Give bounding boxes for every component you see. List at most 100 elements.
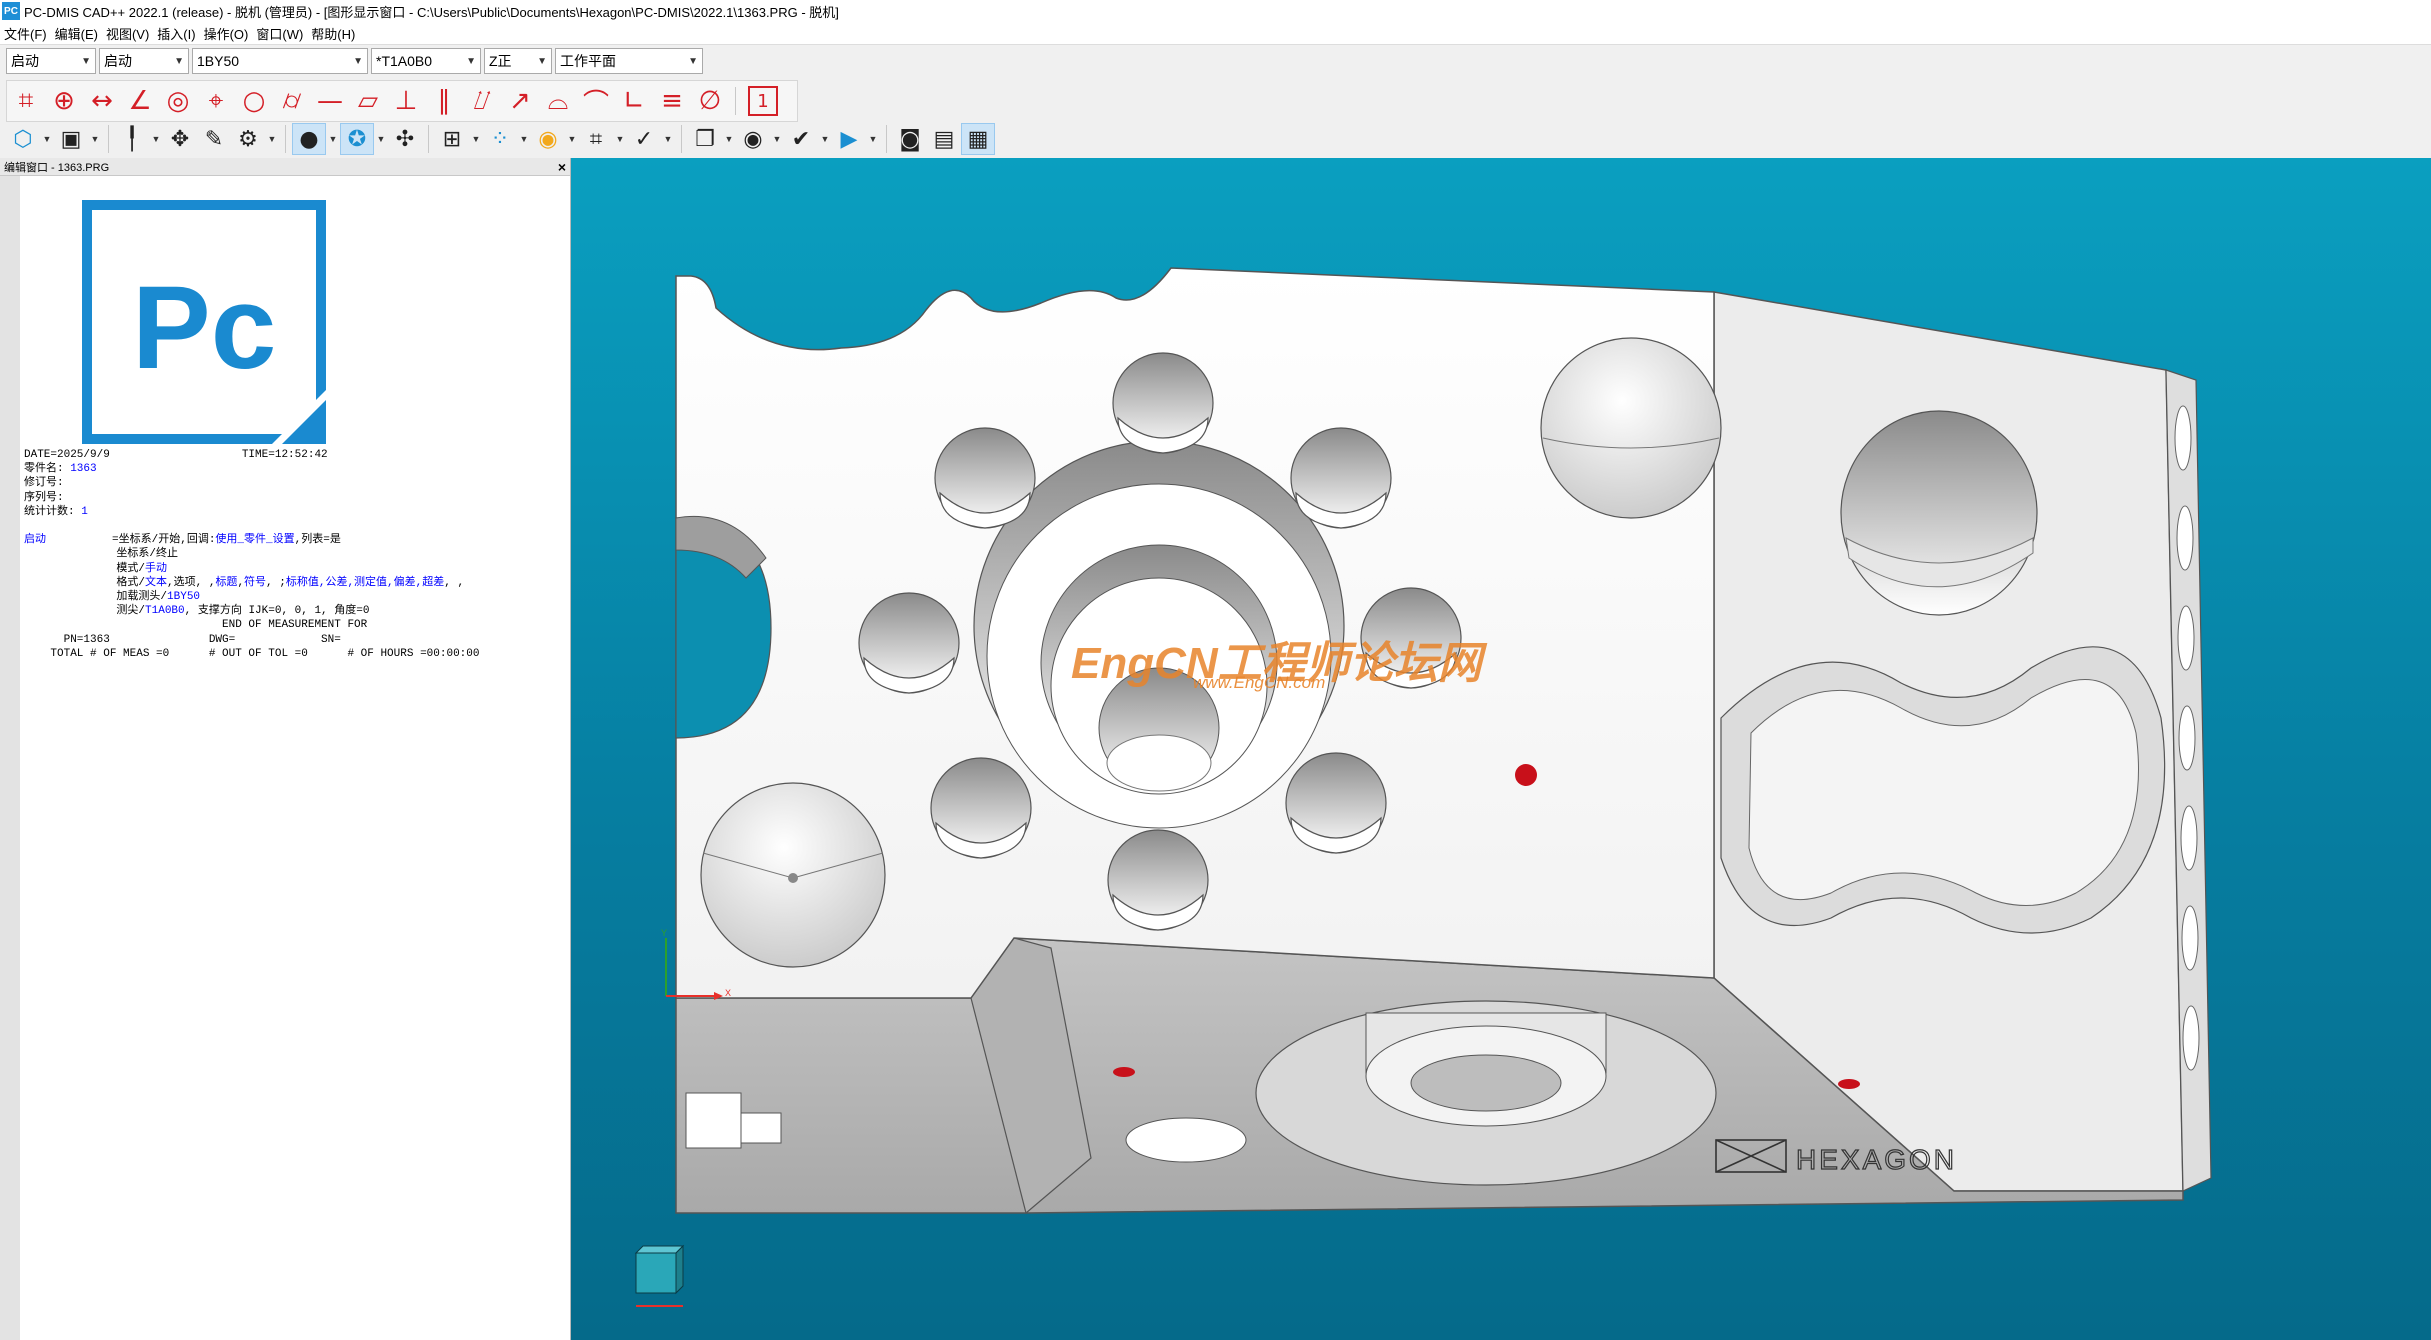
flatness-icon[interactable]: ▱ xyxy=(349,84,387,118)
view-cube-icon[interactable]: ▣ xyxy=(54,123,88,155)
dropdown-arrow-icon[interactable]: ▼ xyxy=(722,134,736,144)
scan-icon[interactable]: ✓ xyxy=(627,123,661,155)
menu-help[interactable]: 帮助(H) xyxy=(307,24,359,43)
circular-runout-icon[interactable]: ↗ xyxy=(501,84,539,118)
menu-insert[interactable]: 插入(I) xyxy=(153,24,199,43)
fixture-icon[interactable]: ⊞ xyxy=(435,123,469,155)
program-line[interactable]: 启动 =坐标系/开始,回调:使用_零件_设置,列表=是 xyxy=(24,533,479,547)
dropdown-arrow-icon[interactable]: ▼ xyxy=(326,134,340,144)
dropdown-arrow-icon[interactable]: ▼ xyxy=(866,134,880,144)
program-line[interactable]: 坐标系/终止 xyxy=(24,547,479,561)
measure-icon[interactable]: ⌗ xyxy=(579,123,613,155)
graphics-display-window[interactable]: HEXAGON EngCN工程师论坛网 www.EngCN.com X Y xyxy=(571,158,2431,1340)
dropdown-arrow-icon[interactable]: ▼ xyxy=(517,134,531,144)
slot-icon[interactable]: ↔ xyxy=(83,84,121,118)
program-text: 坐标系/终止 xyxy=(24,548,179,561)
comment-icon[interactable]: ✎ xyxy=(197,123,231,155)
dropdown-arrow-icon[interactable]: ▼ xyxy=(613,134,627,144)
program-line[interactable]: 加载测头/1BY50 xyxy=(24,590,479,604)
check-icon[interactable]: ✔ xyxy=(784,123,818,155)
dropdown-arrow-icon[interactable]: ▼ xyxy=(40,134,54,144)
dropdown-arrow-icon[interactable]: ▼ xyxy=(661,134,675,144)
close-icon[interactable]: × xyxy=(558,159,566,175)
menu-edit[interactable]: 编辑(E) xyxy=(51,24,102,43)
move-icon[interactable]: ✥ xyxy=(163,123,197,155)
view-cube-icon[interactable] xyxy=(634,1244,685,1307)
program-keyword: 符号 xyxy=(244,576,267,589)
feature-number-icon[interactable]: 1 xyxy=(748,86,778,116)
program-line[interactable]: 统计计数: 1 xyxy=(24,505,479,519)
angle-icon[interactable]: ∠ xyxy=(121,84,159,118)
dropdown-arrow-icon[interactable]: ▼ xyxy=(565,134,579,144)
program-line[interactable]: DATE=2025/9/9 TIME=12:52:42 xyxy=(24,448,479,462)
menu-bar: 文件(F) 编辑(E) 视图(V) 插入(I) 操作(O) 窗口(W) 帮助(H… xyxy=(0,22,2431,45)
program-line[interactable]: END OF MEASUREMENT FOR xyxy=(24,618,479,632)
menu-view[interactable]: 视图(V) xyxy=(102,24,153,43)
perpendicularity-icon[interactable]: ⊥ xyxy=(387,84,425,118)
program-text: =坐标系/开始,回调: xyxy=(46,534,216,547)
program-line[interactable]: PN=1363 DWG= SN= xyxy=(24,633,479,647)
program-text: , 支撑方向 IJK=0, 0, 1, 角度=0 xyxy=(184,605,370,618)
parallelism-icon[interactable]: ∥ xyxy=(425,84,463,118)
dropdown-arrow-icon[interactable]: ▼ xyxy=(374,134,388,144)
graphics-mode-icon[interactable]: ✪ xyxy=(340,123,374,155)
program-line[interactable]: 序列号: xyxy=(24,491,479,505)
report-icon[interactable]: ▤ xyxy=(927,123,961,155)
concentricity-icon[interactable]: ◎ xyxy=(159,84,197,118)
program-listing[interactable]: DATE=2025/9/9 TIME=12:52:42 零件名: 1363 修订号:… xyxy=(24,448,479,661)
program-line[interactable]: 格式/文本,选项, ,标题,符号, ;标称值,公差,测定值,偏差,超差, , xyxy=(24,576,479,590)
program-line[interactable]: TOTAL # OF MEAS =0 # OUT OF TOL =0 # OF … xyxy=(24,647,479,661)
auto-point-icon[interactable]: ⌗ xyxy=(7,84,45,118)
symmetry-icon[interactable]: ≡ xyxy=(653,84,691,118)
camera-icon[interactable]: ◙ xyxy=(893,123,927,155)
engcn-watermark-url: www.EngCN.com xyxy=(1193,673,1325,692)
cylindricity-icon[interactable]: ⌭ xyxy=(273,84,311,118)
menu-file[interactable]: 文件(F) xyxy=(0,24,51,43)
roundness-icon[interactable]: ○ xyxy=(235,84,273,118)
dropdown-arrow-icon[interactable]: ▼ xyxy=(469,134,483,144)
alignment-select[interactable]: 启动 ▼ xyxy=(6,48,96,74)
copy-icon[interactable]: ❐ xyxy=(688,123,722,155)
straightness-icon[interactable]: — xyxy=(311,84,349,118)
left-slot xyxy=(685,1092,742,1149)
points-icon[interactable]: ⁘ xyxy=(483,123,517,155)
pcdmis-app-icon[interactable]: PC xyxy=(2,2,20,20)
program-line[interactable]: 零件名: 1363 xyxy=(24,462,479,476)
settings-icon[interactable]: ⚙ xyxy=(231,123,265,155)
dropdown-arrow-icon[interactable]: ▼ xyxy=(265,134,279,144)
program-line[interactable]: 修订号: xyxy=(24,476,479,490)
dropdown-arrow-icon[interactable]: ▼ xyxy=(818,134,832,144)
dropdown-arrow-icon[interactable]: ▼ xyxy=(770,134,784,144)
menu-operation[interactable]: 操作(O) xyxy=(200,24,253,43)
profile-line-icon[interactable]: ⌒ xyxy=(577,84,615,119)
workplane-select[interactable]: 工作平面 ▼ xyxy=(555,48,703,74)
program-line[interactable] xyxy=(24,519,479,533)
window-icon[interactable]: ▦ xyxy=(961,123,995,155)
probe-icon[interactable]: ╿ xyxy=(115,123,149,155)
tip-select[interactable]: *T1A0B0 ▼ xyxy=(371,48,481,74)
play-icon[interactable]: ▶ xyxy=(832,123,866,155)
part-setup-icon[interactable]: ⬡ xyxy=(6,123,40,155)
profile-surface-icon[interactable]: ⌓ xyxy=(539,84,577,118)
operator-icon[interactable]: ● xyxy=(292,123,326,155)
program-text: 修订号: xyxy=(24,477,64,490)
coordinate-select[interactable]: 启动 ▼ xyxy=(99,48,189,74)
probe-select[interactable]: 1BY50 ▼ xyxy=(192,48,368,74)
total-runout-icon[interactable]: ⌰ xyxy=(463,84,501,118)
dropdown-arrow-icon[interactable]: ▼ xyxy=(149,134,163,144)
feature-tree-icon[interactable]: ✣ xyxy=(388,123,422,155)
chevron-down-icon: ▼ xyxy=(174,55,184,67)
program-line[interactable]: 模式/手动 xyxy=(24,562,479,576)
dropdown-arrow-icon[interactable]: ▼ xyxy=(88,134,102,144)
surface-color-icon[interactable]: ◉ xyxy=(531,123,565,155)
program-line[interactable]: 测尖/T1A0B0, 支撑方向 IJK=0, 0, 1, 角度=0 xyxy=(24,604,479,618)
position-icon[interactable]: ⌖ xyxy=(197,84,235,118)
circle-icon[interactable]: ⊕ xyxy=(45,84,83,118)
edit-window-body[interactable]: Pc DATE=2025/9/9 TIME=12:52:42 零件名: 1363 修… xyxy=(0,176,570,1340)
diameter-icon[interactable]: ∅ xyxy=(691,84,729,118)
program-text: END OF MEASUREMENT FOR xyxy=(24,619,368,632)
menu-window[interactable]: 窗口(W) xyxy=(252,24,307,43)
eye-icon[interactable]: ◉ xyxy=(736,123,770,155)
view-direction-select[interactable]: Z正 ▼ xyxy=(484,48,552,74)
angularity-icon[interactable]: ∟ xyxy=(615,84,653,118)
